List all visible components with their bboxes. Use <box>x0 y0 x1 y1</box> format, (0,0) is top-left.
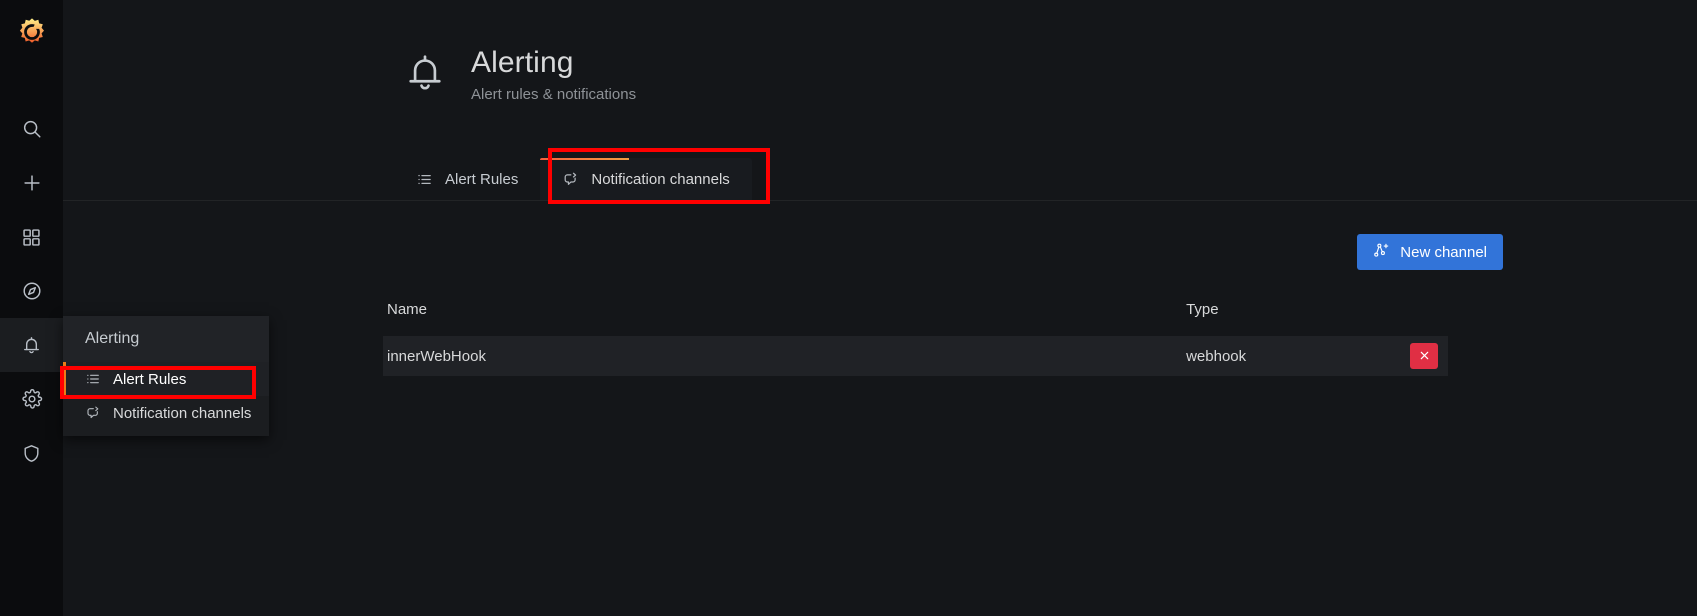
grafana-alerting-page: Alerting Alert rules & notifications Ale… <box>0 0 1697 616</box>
tab-bar: Alert Rules Notification channels <box>394 154 752 200</box>
gear-icon <box>21 388 43 410</box>
tab-alert-rules[interactable]: Alert Rules <box>394 158 540 200</box>
column-header-type: Type <box>1186 301 1219 318</box>
plus-icon <box>21 172 43 194</box>
sidebar-item-search[interactable] <box>0 102 63 156</box>
table-row[interactable]: innerWebHook webhook <box>383 336 1448 376</box>
channel-add-icon <box>1373 242 1390 263</box>
close-icon <box>1419 349 1430 363</box>
sidebar-item-server-admin[interactable] <box>0 426 63 480</box>
table-body: innerWebHook webhook <box>383 336 1448 376</box>
list-ul-icon <box>416 171 433 188</box>
table-header-row: Name Type <box>383 301 1448 336</box>
page-title: Alerting <box>471 46 574 79</box>
sidebar-item-dashboards[interactable] <box>0 210 63 264</box>
list-ul-icon <box>85 371 101 387</box>
table-head: Name Type <box>383 301 1448 336</box>
tab-notification-channels[interactable]: Notification channels <box>540 158 752 200</box>
flyout-title: Alerting <box>63 316 269 362</box>
sidebar-item-explore[interactable] <box>0 264 63 318</box>
sidebar-item-configuration[interactable] <box>0 372 63 426</box>
page-header-band: Alerting Alert rules & notifications Ale… <box>63 0 1697 201</box>
tab-label: Alert Rules <box>445 170 519 188</box>
page-header: Alerting Alert rules & notifications <box>403 46 636 104</box>
grafana-logo-icon[interactable] <box>0 10 63 54</box>
new-channel-label: New channel <box>1400 243 1487 261</box>
body-area: New channel Name Type innerWebHook webho… <box>63 201 1697 616</box>
alerting-flyout-menu: Alerting Alert Rules Notification channe… <box>63 316 269 436</box>
delete-channel-button[interactable] <box>1410 343 1438 369</box>
column-header-actions <box>1384 301 1448 336</box>
compass-icon <box>21 280 43 302</box>
flyout-item-notification-channels[interactable]: Notification channels <box>63 396 269 430</box>
side-navigation <box>0 0 63 616</box>
search-icon <box>21 118 43 140</box>
tab-label: Notification channels <box>591 170 730 188</box>
comment-share-icon <box>562 171 579 188</box>
cell-actions <box>1384 336 1448 376</box>
main-content: Alerting Alert rules & notifications Ale… <box>63 0 1697 616</box>
cell-channel-name: innerWebHook <box>383 336 506 376</box>
flyout-item-label: Notification channels <box>113 404 252 422</box>
bell-icon <box>403 50 447 101</box>
sidebar-item-alerting[interactable] <box>0 318 63 372</box>
comment-share-icon <box>85 405 101 421</box>
notification-channels-table: Name Type innerWebHook webhook <box>383 301 1448 376</box>
side-nav-items <box>0 102 63 480</box>
flyout-item-label: Alert Rules <box>113 370 187 388</box>
notification-channels-table-wrap: Name Type innerWebHook webhook <box>383 301 1448 376</box>
apps-grid-icon <box>21 227 42 248</box>
page-subtitle: Alert rules & notifications <box>471 86 637 103</box>
bell-icon <box>21 335 42 356</box>
sidebar-item-create[interactable] <box>0 156 63 210</box>
flyout-item-alert-rules[interactable]: Alert Rules <box>63 362 269 396</box>
column-header-name: Name <box>387 301 428 318</box>
page-header-text: Alerting Alert rules & notifications <box>471 46 636 104</box>
shield-icon <box>21 443 42 464</box>
new-channel-button[interactable]: New channel <box>1357 234 1503 270</box>
cell-channel-type: webhook <box>505 336 1384 376</box>
